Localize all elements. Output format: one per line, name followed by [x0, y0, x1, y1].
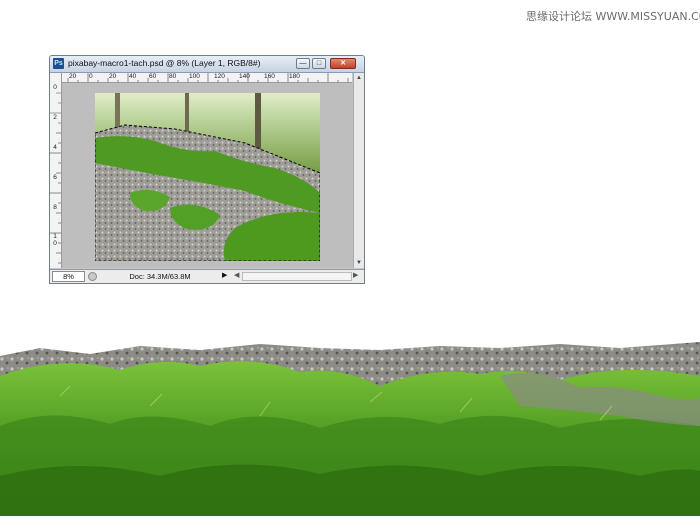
title-bar[interactable]: Ps pixabay-macro1-tach.psd @ 8% (Layer 1…: [50, 56, 364, 73]
info-icon[interactable]: [88, 272, 97, 281]
zoom-field[interactable]: 8%: [52, 271, 85, 282]
ruler-label: 8: [53, 204, 57, 211]
moss-cutout-image: [0, 336, 700, 516]
photoshop-icon: Ps: [53, 58, 64, 69]
window-title: pixabay-macro1-tach.psd @ 8% (Layer 1, R…: [68, 58, 261, 68]
ruler-label: 20: [69, 73, 77, 80]
ruler-label: 80: [169, 73, 177, 80]
canvas-area[interactable]: [62, 83, 353, 268]
horizontal-ruler[interactable]: 20 0 20 40 60 80 100 120 140 160 180: [62, 73, 352, 83]
vertical-scrollbar[interactable]: ▲ ▼: [353, 73, 364, 268]
ruler-label: 40: [129, 73, 137, 80]
watermark-text: 思缘设计论坛 WWW.MISSYUAN.COM: [526, 10, 700, 23]
horizontal-scrollbar[interactable]: [242, 272, 352, 281]
ruler-label: 100: [189, 73, 200, 80]
scroll-left-icon[interactable]: ◀: [234, 271, 239, 279]
maximize-button[interactable]: □: [312, 58, 326, 69]
scroll-right-icon[interactable]: ▶: [353, 271, 358, 279]
vertical-ruler[interactable]: 0 2 4 6 8 1 0: [50, 73, 62, 268]
ruler-label: 120: [214, 73, 225, 80]
status-bar: 8% Doc: 34.3M/63.8M ▶ ◀ ▶: [50, 269, 364, 283]
ruler-label: 160: [264, 73, 275, 80]
scroll-down-icon[interactable]: ▼: [356, 260, 362, 266]
ruler-label: 4: [53, 144, 57, 151]
doc-size-info: Doc: 34.3M/63.8M: [129, 272, 191, 281]
ruler-label: 0: [53, 84, 57, 91]
moss-cutout-art: [0, 342, 700, 516]
minimize-button[interactable]: —: [296, 58, 310, 69]
ruler-label: 180: [289, 73, 300, 80]
document-window[interactable]: Ps pixabay-macro1-tach.psd @ 8% (Layer 1…: [49, 55, 365, 284]
moss-photo-canvas[interactable]: [95, 93, 320, 261]
close-button[interactable]: ✕: [330, 58, 356, 69]
ruler-label: 2: [53, 114, 57, 121]
status-menu-arrow-icon[interactable]: ▶: [222, 271, 227, 279]
ruler-ticks-h: [67, 73, 349, 82]
ruler-label: 0: [89, 73, 93, 80]
ruler-label: 1 0: [53, 233, 57, 247]
ruler-label: 140: [239, 73, 250, 80]
ruler-label: 20: [109, 73, 117, 80]
scroll-up-icon[interactable]: ▲: [356, 75, 362, 81]
ruler-label: 6: [53, 174, 57, 181]
moss-photo: [95, 93, 320, 261]
ruler-label: 60: [149, 73, 157, 80]
